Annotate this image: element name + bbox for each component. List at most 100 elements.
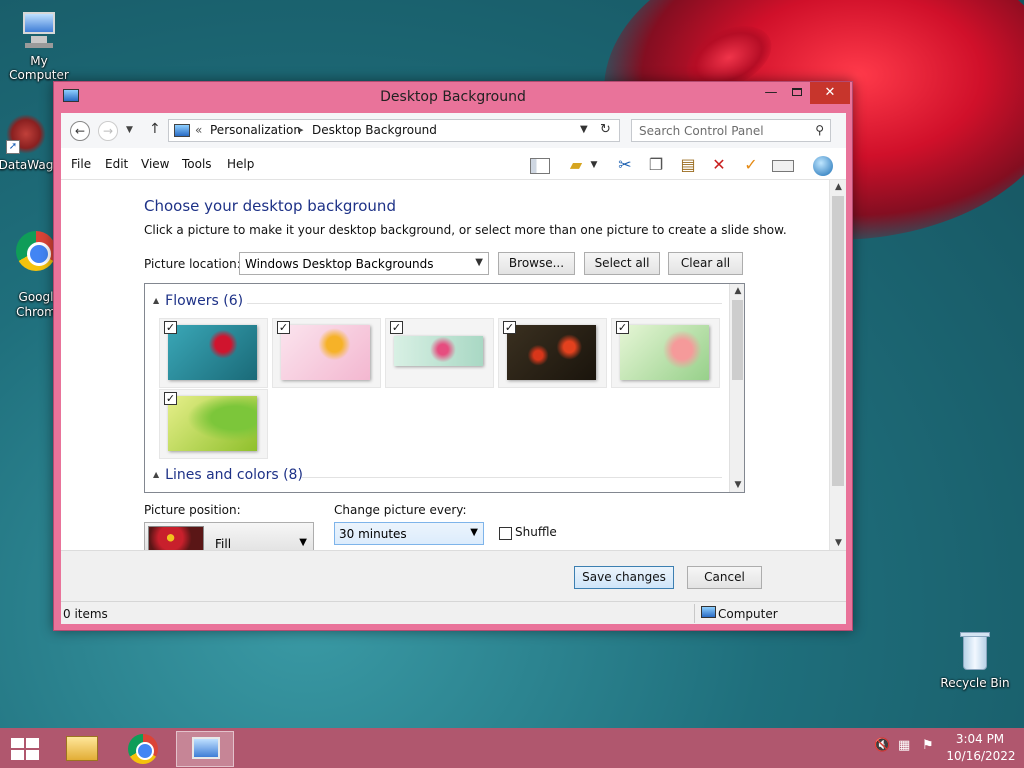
wallpaper-thumbnail[interactable]: ✓ xyxy=(385,318,494,388)
desktop-icon-recycle-bin[interactable]: Recycle Bin xyxy=(937,632,1013,690)
picture-position-select[interactable]: Fill ▼ xyxy=(144,522,314,550)
search-placeholder: Search Control Panel xyxy=(639,124,764,138)
cancel-button[interactable]: Cancel xyxy=(687,566,762,589)
window-client-area: ← → ▼ ↑ « Personalization ▸ Desktop Back… xyxy=(61,113,846,624)
clock-time[interactable]: 3:04 PM xyxy=(950,732,1010,746)
chrome-icon xyxy=(16,231,56,271)
control-panel-icon xyxy=(192,737,220,759)
menu-view[interactable]: View xyxy=(141,157,169,171)
wallpaper-thumbnail[interactable]: ✓ xyxy=(159,318,268,388)
page-description: Click a picture to make it your desktop … xyxy=(144,223,787,237)
maximize-icon xyxy=(792,88,802,96)
browse-button[interactable]: Browse... xyxy=(498,252,575,275)
thumbnail-checkbox[interactable]: ✓ xyxy=(164,392,177,405)
content-scrollbar[interactable]: ▲ ▼ xyxy=(829,180,846,550)
folder-options-icon[interactable]: ▰ xyxy=(564,154,588,176)
folder-dropdown-icon[interactable]: ▼ xyxy=(588,154,600,176)
search-input[interactable]: Search Control Panel ⚲ xyxy=(631,119,831,142)
minimize-button[interactable]: — xyxy=(758,82,784,104)
menu-tools[interactable]: Tools xyxy=(182,157,212,171)
taskbar-control-panel[interactable] xyxy=(176,731,234,767)
desktop-background-window: Desktop Background — ✕ ← → ▼ ↑ « Persona… xyxy=(53,81,853,631)
volume-muted-icon[interactable]: 🔇 xyxy=(874,738,890,753)
status-location: Computer xyxy=(718,607,778,621)
menu-bar: File Edit View Tools Help ▰ ▼ ✂ ❐ ▤ ✕ ✓ xyxy=(61,148,846,180)
paste-icon[interactable]: ▤ xyxy=(676,154,700,176)
copy-icon[interactable]: ❐ xyxy=(644,154,668,176)
wallpaper-thumbnail[interactable]: ✓ xyxy=(159,389,268,459)
address-bar[interactable]: « Personalization ▸ Desktop Background ▼… xyxy=(168,119,620,142)
group-header-flowers[interactable]: ▲ Flowers (6) xyxy=(153,293,243,309)
picture-gallery: ▲ Flowers (6) ✓ ✓ ✓ ✓ ✓ ✓ ▲ Lines and co… xyxy=(144,283,745,493)
group-header-lines-and-colors[interactable]: ▲ Lines and colors (8) xyxy=(153,467,303,483)
thumbnail-checkbox[interactable]: ✓ xyxy=(503,321,516,334)
page-title: Choose your desktop background xyxy=(144,197,396,215)
scroll-up-icon[interactable]: ▲ xyxy=(730,286,744,296)
menu-help[interactable]: Help xyxy=(227,157,254,171)
delete-icon[interactable]: ✕ xyxy=(707,154,731,176)
search-icon[interactable]: ⚲ xyxy=(815,123,824,137)
collapse-triangle-icon[interactable]: ▲ xyxy=(153,296,159,305)
thumbnail-image xyxy=(168,396,257,451)
taskbar-file-explorer[interactable] xyxy=(52,731,110,767)
taskbar-chrome[interactable] xyxy=(115,731,173,767)
clear-all-button[interactable]: Clear all xyxy=(668,252,743,275)
status-divider xyxy=(694,604,695,623)
breadcrumb-personalization[interactable]: Personalization xyxy=(210,123,301,137)
up-button[interactable]: ↑ xyxy=(149,121,161,137)
shuffle-checkbox[interactable] xyxy=(499,527,512,540)
scroll-down-icon[interactable]: ▼ xyxy=(830,538,847,548)
thumbnail-checkbox[interactable]: ✓ xyxy=(390,321,403,334)
back-button[interactable]: ← xyxy=(70,121,90,141)
select-all-button[interactable]: Select all xyxy=(584,252,660,275)
thumbnail-checkbox[interactable]: ✓ xyxy=(616,321,629,334)
preview-pane-icon[interactable] xyxy=(528,154,552,176)
action-center-icon[interactable]: ⚑ xyxy=(922,738,934,753)
main-content: Choose your desktop background Click a p… xyxy=(61,180,846,550)
wallpaper-thumbnail[interactable]: ✓ xyxy=(498,318,607,388)
breadcrumb-overflow[interactable]: « xyxy=(195,123,202,137)
picture-position-value: Fill xyxy=(215,537,232,550)
wallpaper-thumbnail[interactable]: ✓ xyxy=(272,318,381,388)
menu-file[interactable]: File xyxy=(71,157,91,171)
checkmark-icon[interactable]: ✓ xyxy=(739,154,763,176)
scroll-up-icon[interactable]: ▲ xyxy=(830,182,847,192)
desktop-icon-my-computer[interactable]: My Computer xyxy=(1,10,77,82)
group-name: Lines and colors (8) xyxy=(165,467,303,483)
desktop-icon-label: My Computer xyxy=(9,54,69,82)
computer-icon xyxy=(19,10,59,50)
recent-locations-button[interactable]: ▼ xyxy=(126,125,133,135)
breadcrumb-desktop-background[interactable]: Desktop Background xyxy=(312,123,437,137)
status-bar: 0 items Computer xyxy=(61,601,846,624)
scrollbar-thumb[interactable] xyxy=(832,196,844,486)
thumbnail-checkbox[interactable]: ✓ xyxy=(164,321,177,334)
thumbnail-checkbox[interactable]: ✓ xyxy=(277,321,290,334)
picture-location-select[interactable]: Windows Desktop Backgrounds ▼ xyxy=(239,252,489,275)
network-icon[interactable]: ▦ xyxy=(898,738,910,753)
breadcrumb-chevron-icon[interactable]: ▸ xyxy=(298,123,304,136)
start-button[interactable] xyxy=(11,738,39,760)
scroll-down-icon[interactable]: ▼ xyxy=(730,480,744,490)
menu-edit[interactable]: Edit xyxy=(105,157,128,171)
clock-date[interactable]: 10/16/2022 xyxy=(946,749,1016,763)
shuffle-label[interactable]: Shuffle xyxy=(515,525,557,539)
dialog-footer: Save changes Cancel xyxy=(61,550,846,601)
desktop-icon-label: Recycle Bin xyxy=(940,676,1010,690)
rename-icon[interactable] xyxy=(771,154,795,176)
scrollbar-thumb[interactable] xyxy=(732,300,743,380)
title-bar[interactable]: Desktop Background — ✕ xyxy=(54,82,852,112)
wallpaper-thumbnail[interactable]: ✓ xyxy=(611,318,720,388)
gallery-scrollbar[interactable]: ▲ ▼ xyxy=(729,284,744,492)
change-picture-select[interactable]: 30 minutes ▼ xyxy=(334,522,484,545)
close-button[interactable]: ✕ xyxy=(810,82,850,104)
address-dropdown-icon[interactable]: ▼ xyxy=(580,124,588,135)
collapse-triangle-icon[interactable]: ▲ xyxy=(153,470,159,479)
cut-icon[interactable]: ✂ xyxy=(613,154,637,176)
maximize-button[interactable] xyxy=(784,82,810,104)
save-changes-button[interactable]: Save changes xyxy=(574,566,674,589)
forward-button[interactable]: → xyxy=(98,121,118,141)
refresh-icon[interactable]: ↻ xyxy=(600,122,611,137)
globe-icon[interactable] xyxy=(811,154,835,176)
address-row: ← → ▼ ↑ « Personalization ▸ Desktop Back… xyxy=(61,113,846,148)
recycle-bin-icon xyxy=(955,632,995,672)
